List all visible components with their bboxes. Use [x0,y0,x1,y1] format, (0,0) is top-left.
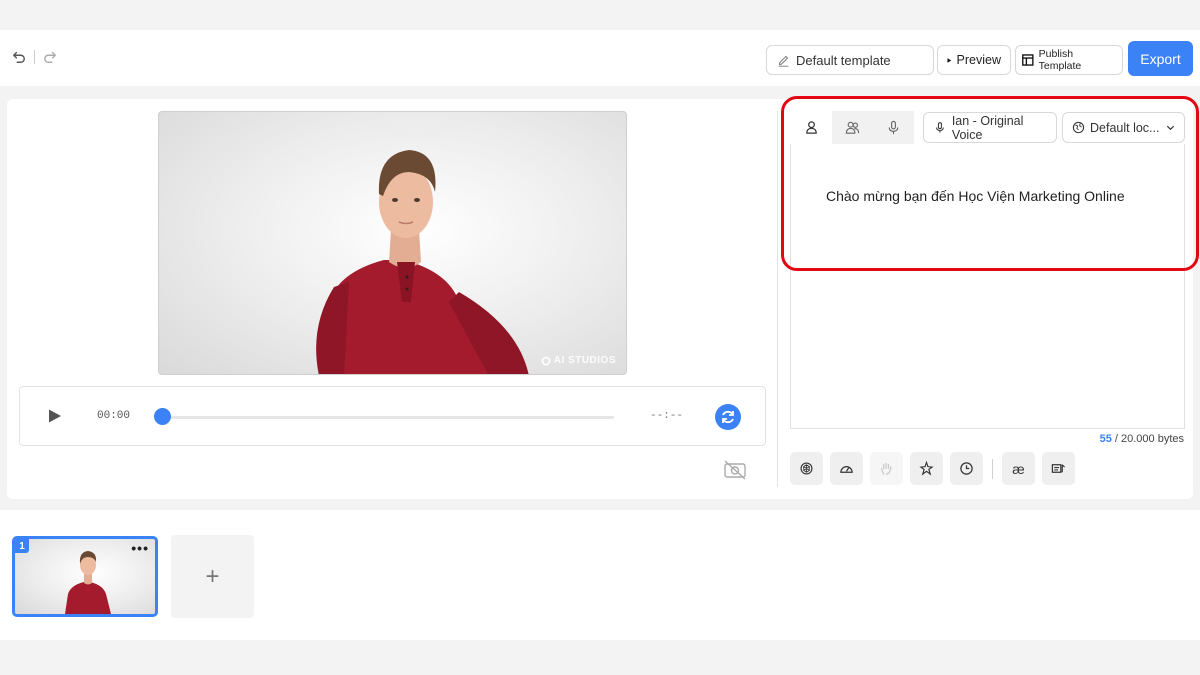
publish-label: Publish Template [1038,48,1082,72]
scene-number: 1 [15,539,29,553]
sparkle-icon [919,461,934,476]
script-text[interactable]: Chào mừng bạn đến Học Viện Marketing Onl… [826,188,1125,204]
brand-logo-icon [541,356,551,365]
voice-selector[interactable]: Ian - Original Voice [923,112,1057,143]
template-icon [1022,54,1034,66]
scene-list: 1 ••• + [0,510,1200,640]
preview-button[interactable]: Preview [937,45,1011,75]
export-button[interactable]: Export [1128,41,1193,76]
watermark: AI STUDIOS [541,355,616,366]
top-toolbar: Default template Preview Publish Templat… [0,30,1200,86]
progress-track[interactable] [162,416,614,419]
script-tabs [791,111,914,144]
regenerate-button[interactable] [715,404,741,430]
total-time: --:-- [650,410,684,422]
preview-label: Preview [956,53,1001,67]
presenter-avatar-image [316,150,529,374]
gesture-button[interactable] [870,452,903,485]
tab-audio[interactable] [873,111,914,144]
more-options-icon[interactable]: ••• [131,540,149,556]
pause-timer-button[interactable] [950,452,983,485]
undo-icon[interactable] [12,50,26,64]
refresh-icon [722,410,734,424]
editor-panel: AI STUDIOS 00:00 --:-- Ian - Original Vo… [7,99,1193,499]
current-time: 00:00 [97,410,131,422]
video-preview: AI STUDIOS [158,111,627,375]
history-controls [12,50,57,64]
locale-selector[interactable]: Default loc... [1062,112,1185,143]
tab-multi-speaker[interactable] [832,111,873,144]
ai-icon [800,462,813,475]
locale-label: Default loc... [1090,120,1160,135]
panel-divider [777,111,778,487]
microphone-icon [936,122,944,133]
play-icon[interactable] [48,409,62,423]
script-editor[interactable]: Chào mừng bạn đến Học Viện Marketing Onl… [790,144,1185,429]
globe-icon [1072,121,1085,134]
redo-icon[interactable] [43,50,57,64]
magic-button[interactable] [910,452,943,485]
script-toolbar: æ [790,452,1075,485]
player-bar: 00:00 --:-- [19,386,766,446]
publish-template-button[interactable]: Publish Template [1015,45,1123,75]
add-scene-button[interactable]: + [171,535,254,618]
hand-wave-icon [881,462,892,475]
history-divider [34,50,35,64]
speedometer-icon [840,466,853,473]
template-name-text: Default template [796,52,891,68]
bytes-used: 55 [1099,433,1112,445]
ai-assistant-button[interactable] [790,452,823,485]
chevron-down-icon [1166,125,1175,131]
progress-handle[interactable] [154,408,171,425]
microphone-icon [888,120,899,135]
pronunciation-button[interactable]: æ [1002,452,1035,485]
speed-button[interactable] [830,452,863,485]
watermark-text: AI STUDIOS [553,355,616,366]
camera-off-icon[interactable] [723,459,747,481]
clock-icon [960,462,973,475]
toolbar-divider [992,458,993,479]
people-icon [845,121,860,134]
pencil-icon [778,55,789,67]
voice-label: Ian - Original Voice [951,113,1024,142]
text-tag-icon [1051,464,1065,473]
bytes-total: / 20.000 bytes [1111,433,1184,445]
subtitle-button[interactable] [1042,452,1075,485]
byte-counter: 55 / 20.000 bytes [1100,433,1184,445]
scene-thumbnail[interactable]: 1 ••• [12,536,158,617]
play-icon [947,57,952,63]
template-name-field[interactable]: Default template [766,45,934,75]
person-icon [806,121,817,134]
tab-single-speaker[interactable] [791,111,832,144]
